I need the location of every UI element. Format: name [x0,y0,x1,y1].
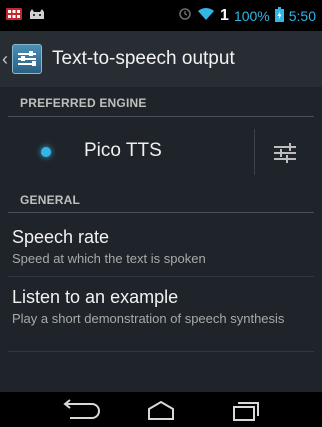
cat-icon [28,7,46,25]
listen-example-summary: Play a short demonstration of speech syn… [12,311,285,326]
item-divider [8,276,314,277]
chevron-left-icon[interactable]: ‹ [2,49,12,70]
settings-sliders-icon[interactable] [12,44,42,74]
notification-icon [6,7,22,25]
speech-rate-title: Speech rate [12,227,110,247]
listen-example-title: Listen to an example [12,287,179,307]
vertical-divider [254,129,255,175]
radio-selected-icon[interactable] [41,147,51,157]
engine-row-pico-tts[interactable]: Pico TTS [0,123,322,181]
recent-apps-button[interactable] [204,392,284,427]
battery-percent: 100% [233,7,270,24]
section-divider [8,116,314,117]
speech-rate-item[interactable]: Speech rate Speed at which the text is s… [0,227,322,267]
action-bar: ‹ Text-to-speech output [0,31,322,87]
speech-rate-summary: Speed at which the text is spoken [12,251,206,266]
section-header-preferred-engine: PREFERRED ENGINE [20,96,147,110]
item-divider [8,351,314,352]
engine-label: Pico TTS [84,140,162,161]
status-bar: 1 100% 5:50 [0,0,322,31]
navigation-bar [0,392,322,427]
section-divider [8,212,314,213]
listen-example-item[interactable]: Listen to an example Play a short demons… [0,287,322,327]
engine-settings-button[interactable] [256,123,322,181]
battery-icon [274,6,284,25]
page-title: Text-to-speech output [52,48,235,69]
recent-apps-icon [204,402,284,427]
back-icon [40,399,120,427]
clock: 5:50 [288,7,316,24]
wifi-icon [197,7,215,24]
back-button[interactable] [40,392,120,427]
alarm-icon [178,7,192,24]
section-header-general: GENERAL [20,193,81,207]
home-button[interactable] [121,392,201,427]
signal-indicator: 1 [220,6,229,24]
home-icon [121,400,201,427]
preferences-list: PREFERRED ENGINE Pico TTS GENERAL Speech… [0,87,322,392]
